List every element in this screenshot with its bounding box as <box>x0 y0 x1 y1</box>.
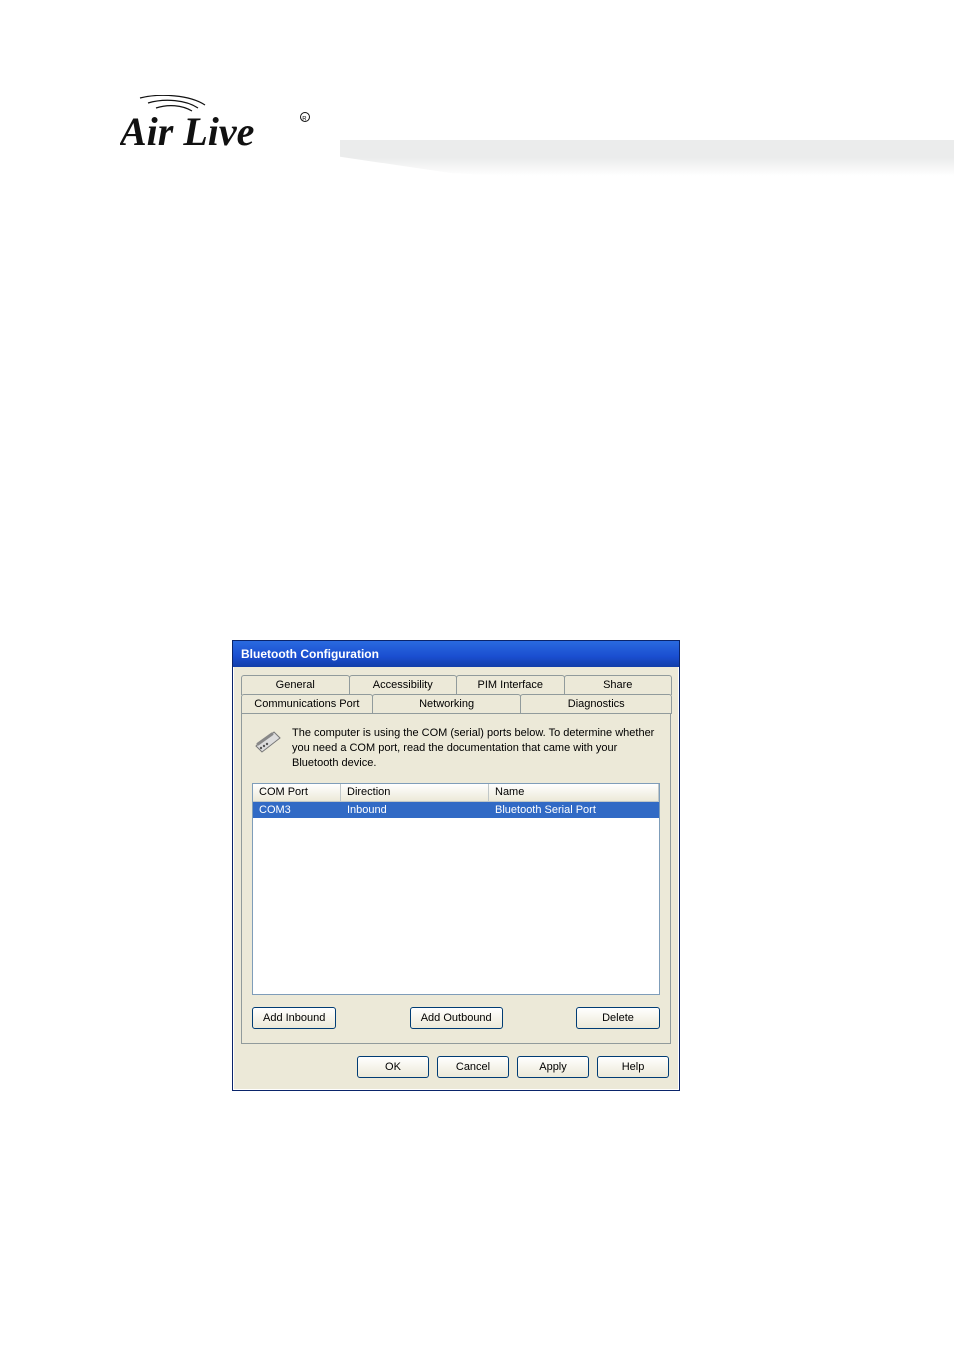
cell-direction: Inbound <box>341 802 489 818</box>
dialog-button-row: OK Cancel Apply Help <box>233 1048 679 1090</box>
help-button[interactable]: Help <box>597 1056 669 1078</box>
info-text: The computer is using the COM (serial) p… <box>292 726 660 771</box>
tab-row-front: Communications Port Networking Diagnosti… <box>241 694 671 714</box>
header-accent <box>340 140 954 200</box>
tab-pim-interface[interactable]: PIM Interface <box>456 675 565 695</box>
tab-row-back: General Accessibility PIM Interface Shar… <box>241 675 671 695</box>
col-name[interactable]: Name <box>489 784 659 801</box>
tab-label: Networking <box>419 698 474 710</box>
cancel-button[interactable]: Cancel <box>437 1056 509 1078</box>
tab-label: Communications Port <box>254 698 359 710</box>
serial-port-icon <box>252 726 284 758</box>
cell-name: Bluetooth Serial Port <box>489 802 659 818</box>
tab-general[interactable]: General <box>241 675 350 695</box>
list-row[interactable]: COM3 Inbound Bluetooth Serial Port <box>253 802 659 818</box>
add-inbound-button[interactable]: Add Inbound <box>252 1007 336 1029</box>
tab-label: PIM Interface <box>478 679 543 691</box>
add-outbound-button[interactable]: Add Outbound <box>410 1007 503 1029</box>
tab-accessibility[interactable]: Accessibility <box>349 675 458 695</box>
delete-button[interactable]: Delete <box>576 1007 660 1029</box>
com-port-list[interactable]: COM Port Direction Name COM3 Inbound Blu… <box>252 783 660 995</box>
dialog-titlebar[interactable]: Bluetooth Configuration <box>233 641 679 667</box>
svg-text:Air Live: Air Live <box>120 109 254 154</box>
bluetooth-config-dialog: Bluetooth Configuration General Accessib… <box>232 640 680 1091</box>
svg-text:R: R <box>302 117 307 123</box>
tab-label: Accessibility <box>373 679 433 691</box>
dialog-title: Bluetooth Configuration <box>241 647 379 661</box>
tab-panel-communications-port: The computer is using the COM (serial) p… <box>241 713 671 1044</box>
tab-label: General <box>276 679 315 691</box>
cell-com-port: COM3 <box>253 802 341 818</box>
list-header: COM Port Direction Name <box>253 784 659 802</box>
tab-label: Diagnostics <box>568 698 625 710</box>
tab-share[interactable]: Share <box>564 675 673 695</box>
page-header: Air Live R <box>0 0 954 210</box>
info-row: The computer is using the COM (serial) p… <box>252 726 660 771</box>
tab-diagnostics[interactable]: Diagnostics <box>520 694 672 714</box>
apply-button[interactable]: Apply <box>517 1056 589 1078</box>
tab-networking[interactable]: Networking <box>372 694 522 714</box>
panel-button-row: Add Inbound Add Outbound Delete <box>252 1007 660 1029</box>
col-com-port[interactable]: COM Port <box>253 784 341 801</box>
tab-label: Share <box>603 679 632 691</box>
tab-communications-port[interactable]: Communications Port <box>241 694 373 715</box>
brand-logo: Air Live R <box>120 95 320 159</box>
tab-container: General Accessibility PIM Interface Shar… <box>233 667 679 1048</box>
ok-button[interactable]: OK <box>357 1056 429 1078</box>
col-direction[interactable]: Direction <box>341 784 489 801</box>
